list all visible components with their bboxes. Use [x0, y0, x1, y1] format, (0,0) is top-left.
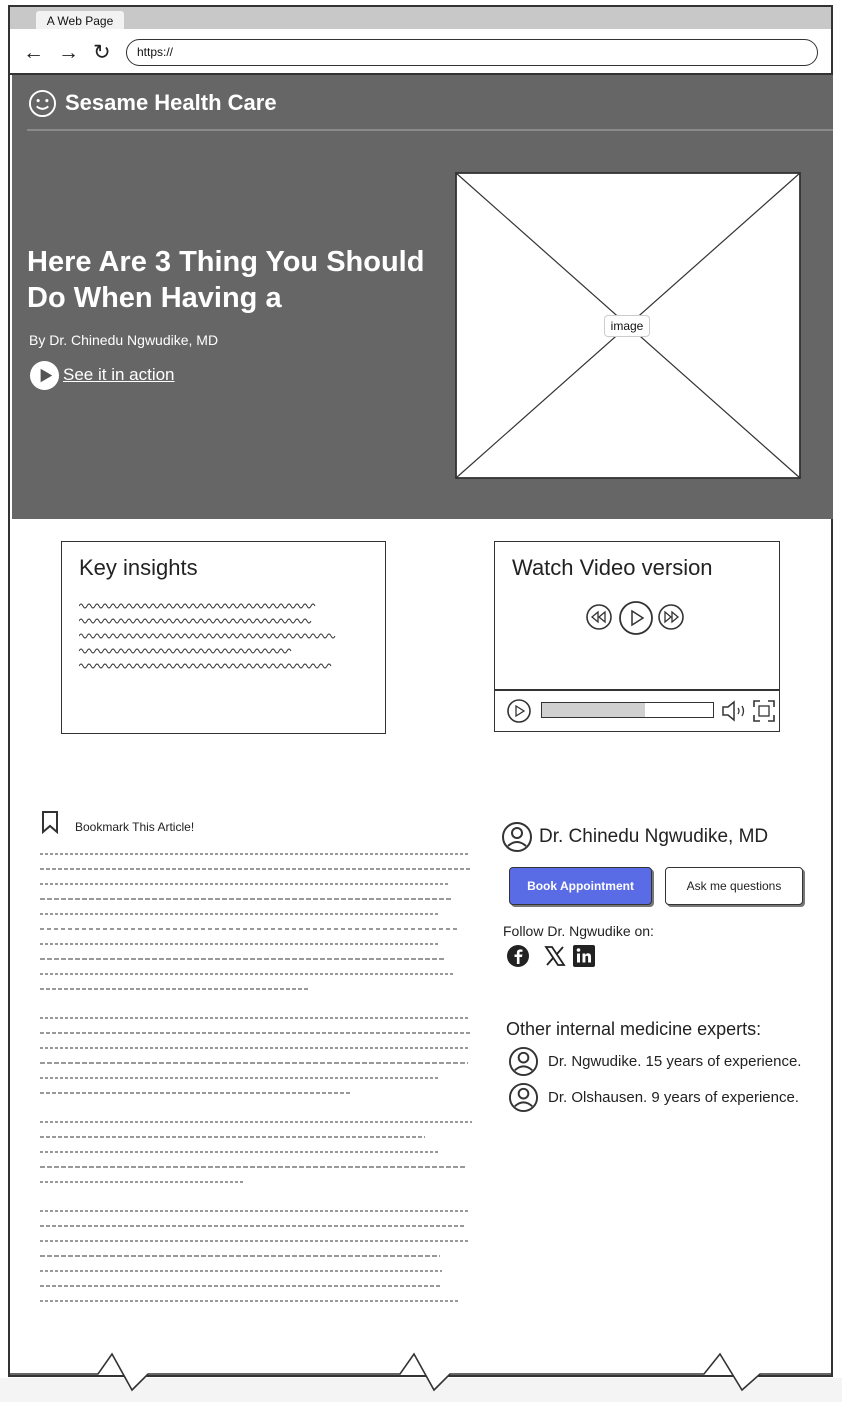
video-progress-fill: [542, 703, 645, 717]
smiley-logo-icon[interactable]: [28, 89, 57, 118]
header-divider: [27, 129, 833, 131]
reload-icon[interactable]: ↻: [93, 42, 111, 64]
address-bar[interactable]: https://: [126, 39, 818, 66]
video-progress-track[interactable]: [541, 702, 714, 718]
volume-icon[interactable]: [720, 699, 748, 723]
experts-title: Other internal medicine experts:: [506, 1017, 761, 1041]
video-play-icon[interactable]: [618, 600, 654, 636]
bookmark-icon[interactable]: [40, 810, 60, 834]
play-icon[interactable]: [29, 360, 60, 391]
key-insights-title: Key insights: [79, 555, 198, 581]
facebook-icon[interactable]: [506, 944, 530, 968]
expert-item[interactable]: Dr. Ngwudike. 15 years of experience.: [548, 1052, 801, 1072]
linkedin-icon[interactable]: [572, 944, 596, 968]
forward-icon[interactable]: →: [58, 42, 79, 64]
expert-item[interactable]: Dr. Olshausen. 9 years of experience.: [548, 1088, 799, 1108]
x-icon[interactable]: [543, 944, 567, 968]
insights-scribble-text: [79, 600, 339, 672]
see-in-action-link[interactable]: See it in action: [63, 365, 175, 385]
video-controls-divider: [494, 689, 780, 691]
site-name[interactable]: Sesame Health Care: [65, 89, 277, 117]
book-appointment-button[interactable]: Book Appointment: [509, 867, 652, 905]
doctor-name: Dr. Chinedu Ngwudike, MD: [539, 824, 768, 850]
back-icon[interactable]: ←: [23, 42, 44, 64]
expert-avatar-icon: [508, 1082, 539, 1113]
small-play-icon[interactable]: [506, 698, 532, 724]
hero-author: By Dr. Chinedu Ngwudike, MD: [29, 330, 218, 350]
doctor-avatar-icon: [501, 821, 533, 853]
fast-forward-icon[interactable]: [656, 602, 686, 632]
video-title: Watch Video version: [512, 555, 713, 581]
ask-questions-button[interactable]: Ask me questions: [665, 867, 803, 905]
hero-title: Here Are 3 Thing You Should Do When Havi…: [27, 244, 427, 316]
browser-tab[interactable]: A Web Page: [36, 11, 124, 31]
article-scribble-text: [40, 846, 476, 1308]
expert-avatar-icon: [508, 1046, 539, 1077]
tab-bar: [10, 7, 831, 29]
page-continuation-edge: [0, 1350, 842, 1402]
image-label: image: [604, 315, 650, 337]
rewind-icon[interactable]: [584, 602, 614, 632]
bookmark-label[interactable]: Bookmark This Article!: [75, 819, 194, 835]
follow-label: Follow Dr. Ngwudike on:: [503, 921, 654, 941]
fullscreen-icon[interactable]: [752, 699, 776, 723]
